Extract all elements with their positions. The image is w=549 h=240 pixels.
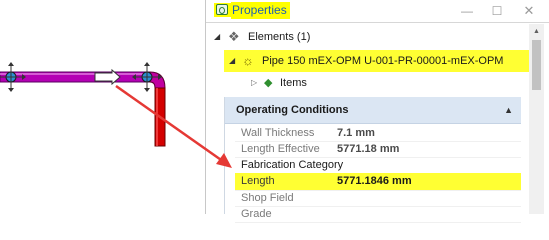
tree-node-label: Elements (1) [248, 31, 311, 43]
properties-window: Properties — ☐ ✕ ◢ ❖ Elements (1) ◢ ☼ Pi… [205, 0, 549, 223]
property-row-length-effective[interactable]: Length Effective 5771.18 mm [235, 141, 521, 158]
property-name: Fabrication Category [241, 159, 344, 171]
section-title: Operating Conditions [236, 104, 349, 116]
tree-node-items[interactable]: ▷ ◆ Items [206, 73, 531, 93]
minimize-icon[interactable]: — [460, 4, 474, 18]
property-grid: Operating Conditions ▲ Wall Thickness 7.… [224, 97, 521, 223]
expand-caret-icon[interactable]: ◢ [229, 50, 235, 72]
pipe-sun-icon: ☼ [242, 53, 254, 68]
property-name: Length Effective [241, 143, 320, 155]
tree-node-label: Items [280, 77, 307, 89]
property-row-length[interactable]: Length 5771.1846 mm [235, 173, 521, 191]
property-value[interactable]: 7.1 mm [337, 125, 375, 141]
property-row-grade[interactable]: Grade [235, 206, 521, 223]
left-endpoint-grip-icon[interactable] [0, 62, 26, 92]
pipe-model-drawing[interactable] [0, 0, 210, 214]
close-icon[interactable]: ✕ [522, 4, 536, 18]
section-header-operating-conditions[interactable]: Operating Conditions ▲ [225, 97, 521, 124]
property-name: Wall Thickness [241, 127, 315, 139]
expand-caret-icon[interactable]: ◢ [214, 27, 220, 47]
property-name: Grade [241, 208, 272, 220]
tree-node-label: Pipe 150 mEX-OPM U-001-PR-00001-mEX-OPM [262, 55, 504, 67]
property-row-shop-field[interactable]: Shop Field [235, 190, 521, 207]
property-value[interactable]: 5771.1846 mm [337, 173, 412, 190]
scroll-thumb[interactable] [532, 40, 541, 90]
tree-node-elements[interactable]: ◢ ❖ Elements (1) [206, 27, 531, 47]
property-name: Shop Field [241, 192, 294, 204]
scroll-up-arrow-icon[interactable]: ▲ [529, 26, 544, 38]
items-diamond-icon: ◆ [264, 77, 273, 89]
maximize-icon[interactable]: ☐ [490, 4, 504, 18]
property-row-fabrication-category[interactable]: Fabrication Category [235, 157, 521, 174]
property-value[interactable]: 5771.18 mm [337, 141, 399, 157]
properties-window-icon [214, 3, 231, 17]
collapsed-caret-icon[interactable]: ▷ [251, 73, 257, 93]
property-row-wall-thickness[interactable]: Wall Thickness 7.1 mm [235, 125, 521, 142]
pipe-elbow[interactable] [149, 71, 166, 89]
vertical-scrollbar[interactable]: ▲ [529, 24, 544, 214]
model-canvas[interactable] [0, 0, 210, 214]
window-title: Properties [231, 2, 290, 19]
elements-icon: ❖ [228, 29, 240, 44]
properties-titlebar[interactable]: Properties — ☐ ✕ [206, 0, 549, 23]
property-name: Length [241, 175, 275, 187]
tree-node-pipe[interactable]: ◢ ☼ Pipe 150 mEX-OPM U-001-PR-00001-mEX-… [224, 50, 529, 72]
chevron-up-icon[interactable]: ▲ [504, 97, 513, 123]
